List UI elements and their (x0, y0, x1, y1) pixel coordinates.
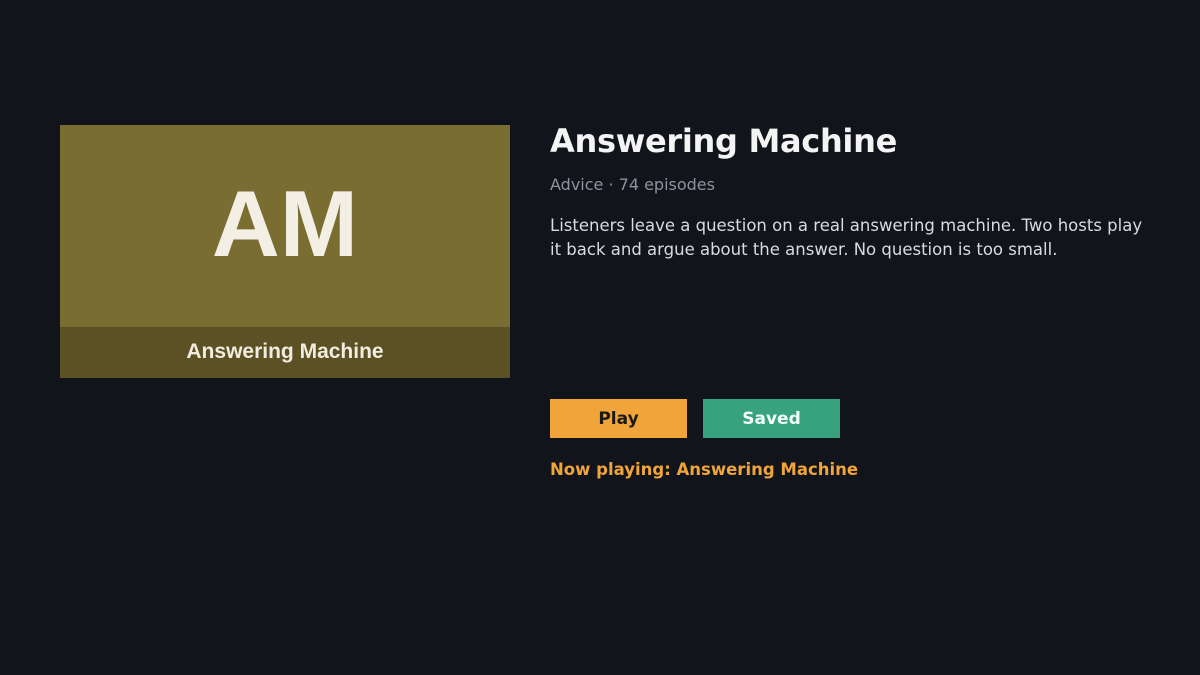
podcast-title: Answering Machine (550, 122, 897, 160)
saved-button[interactable]: Saved (703, 399, 840, 438)
now-playing-status: Now playing: Answering Machine (550, 460, 859, 479)
artwork-caption: Answering Machine (186, 340, 384, 363)
podcast-detail-page: AM Answering Machine Answering Machine A… (0, 0, 1200, 675)
artwork-initials: AM (211, 171, 359, 276)
artwork-caption-bar: Answering Machine (60, 327, 510, 378)
podcast-description: Listeners leave a question on a real ans… (550, 216, 1143, 259)
action-buttons: Play Saved (550, 399, 840, 438)
podcast-artwork: AM Answering Machine (60, 125, 510, 378)
play-button[interactable]: Play (550, 399, 687, 438)
podcast-details: Answering Machine Advice · 74 episodes L… (550, 120, 1150, 262)
podcast-meta: Advice · 74 episodes (550, 175, 715, 194)
